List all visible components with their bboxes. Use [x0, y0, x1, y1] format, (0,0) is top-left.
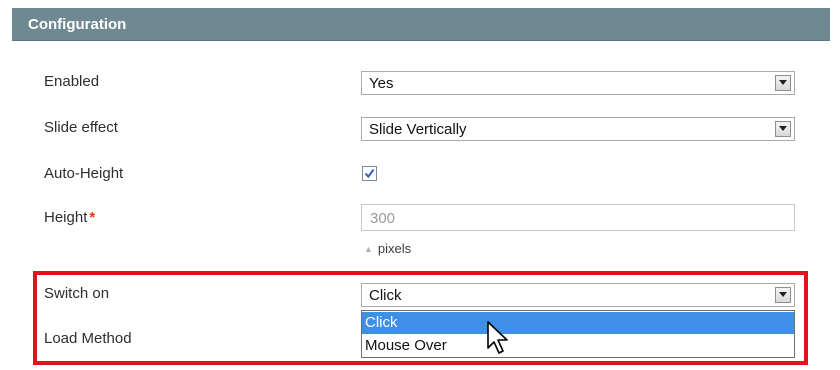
dropdown-option-click[interactable]: Click	[362, 312, 794, 334]
auto-height-label: Auto-Height	[44, 165, 124, 182]
switch-on-dropdown-list[interactable]: Click Mouse Over	[361, 310, 795, 358]
load-method-label: Load Method	[44, 330, 132, 347]
height-note: ▲ pixels	[364, 241, 411, 256]
chevron-down-icon[interactable]	[775, 287, 791, 303]
switch-on-label: Switch on	[44, 285, 110, 302]
enabled-select-value: Yes	[369, 75, 394, 92]
configuration-header[interactable]: Configuration	[12, 8, 830, 41]
slide-effect-select-value: Slide Vertically	[369, 121, 467, 138]
height-label: Height *	[44, 209, 95, 226]
panel-title: Configuration	[28, 16, 127, 33]
height-note-text: pixels	[377, 241, 412, 256]
slide-effect-select[interactable]: Slide Vertically	[361, 117, 795, 141]
chevron-down-icon[interactable]	[775, 121, 791, 137]
height-label-text: Height	[44, 209, 88, 226]
switch-on-select-value: Click	[369, 287, 402, 304]
chevron-down-icon[interactable]	[775, 75, 791, 91]
required-marker: *	[89, 209, 96, 226]
dropdown-option-mouse-over[interactable]: Mouse Over	[362, 335, 794, 357]
mouse-pointer-icon	[487, 321, 508, 354]
enabled-label: Enabled	[44, 73, 100, 90]
slide-effect-label: Slide effect	[44, 119, 118, 136]
checkmark-icon	[364, 168, 375, 179]
height-input[interactable]: 300	[361, 204, 795, 231]
height-input-value: 300	[370, 210, 396, 227]
switch-on-select[interactable]: Click	[361, 283, 795, 307]
triangle-up-icon: ▲	[364, 244, 373, 254]
auto-height-checkbox[interactable]	[362, 166, 377, 181]
enabled-select[interactable]: Yes	[361, 71, 795, 95]
